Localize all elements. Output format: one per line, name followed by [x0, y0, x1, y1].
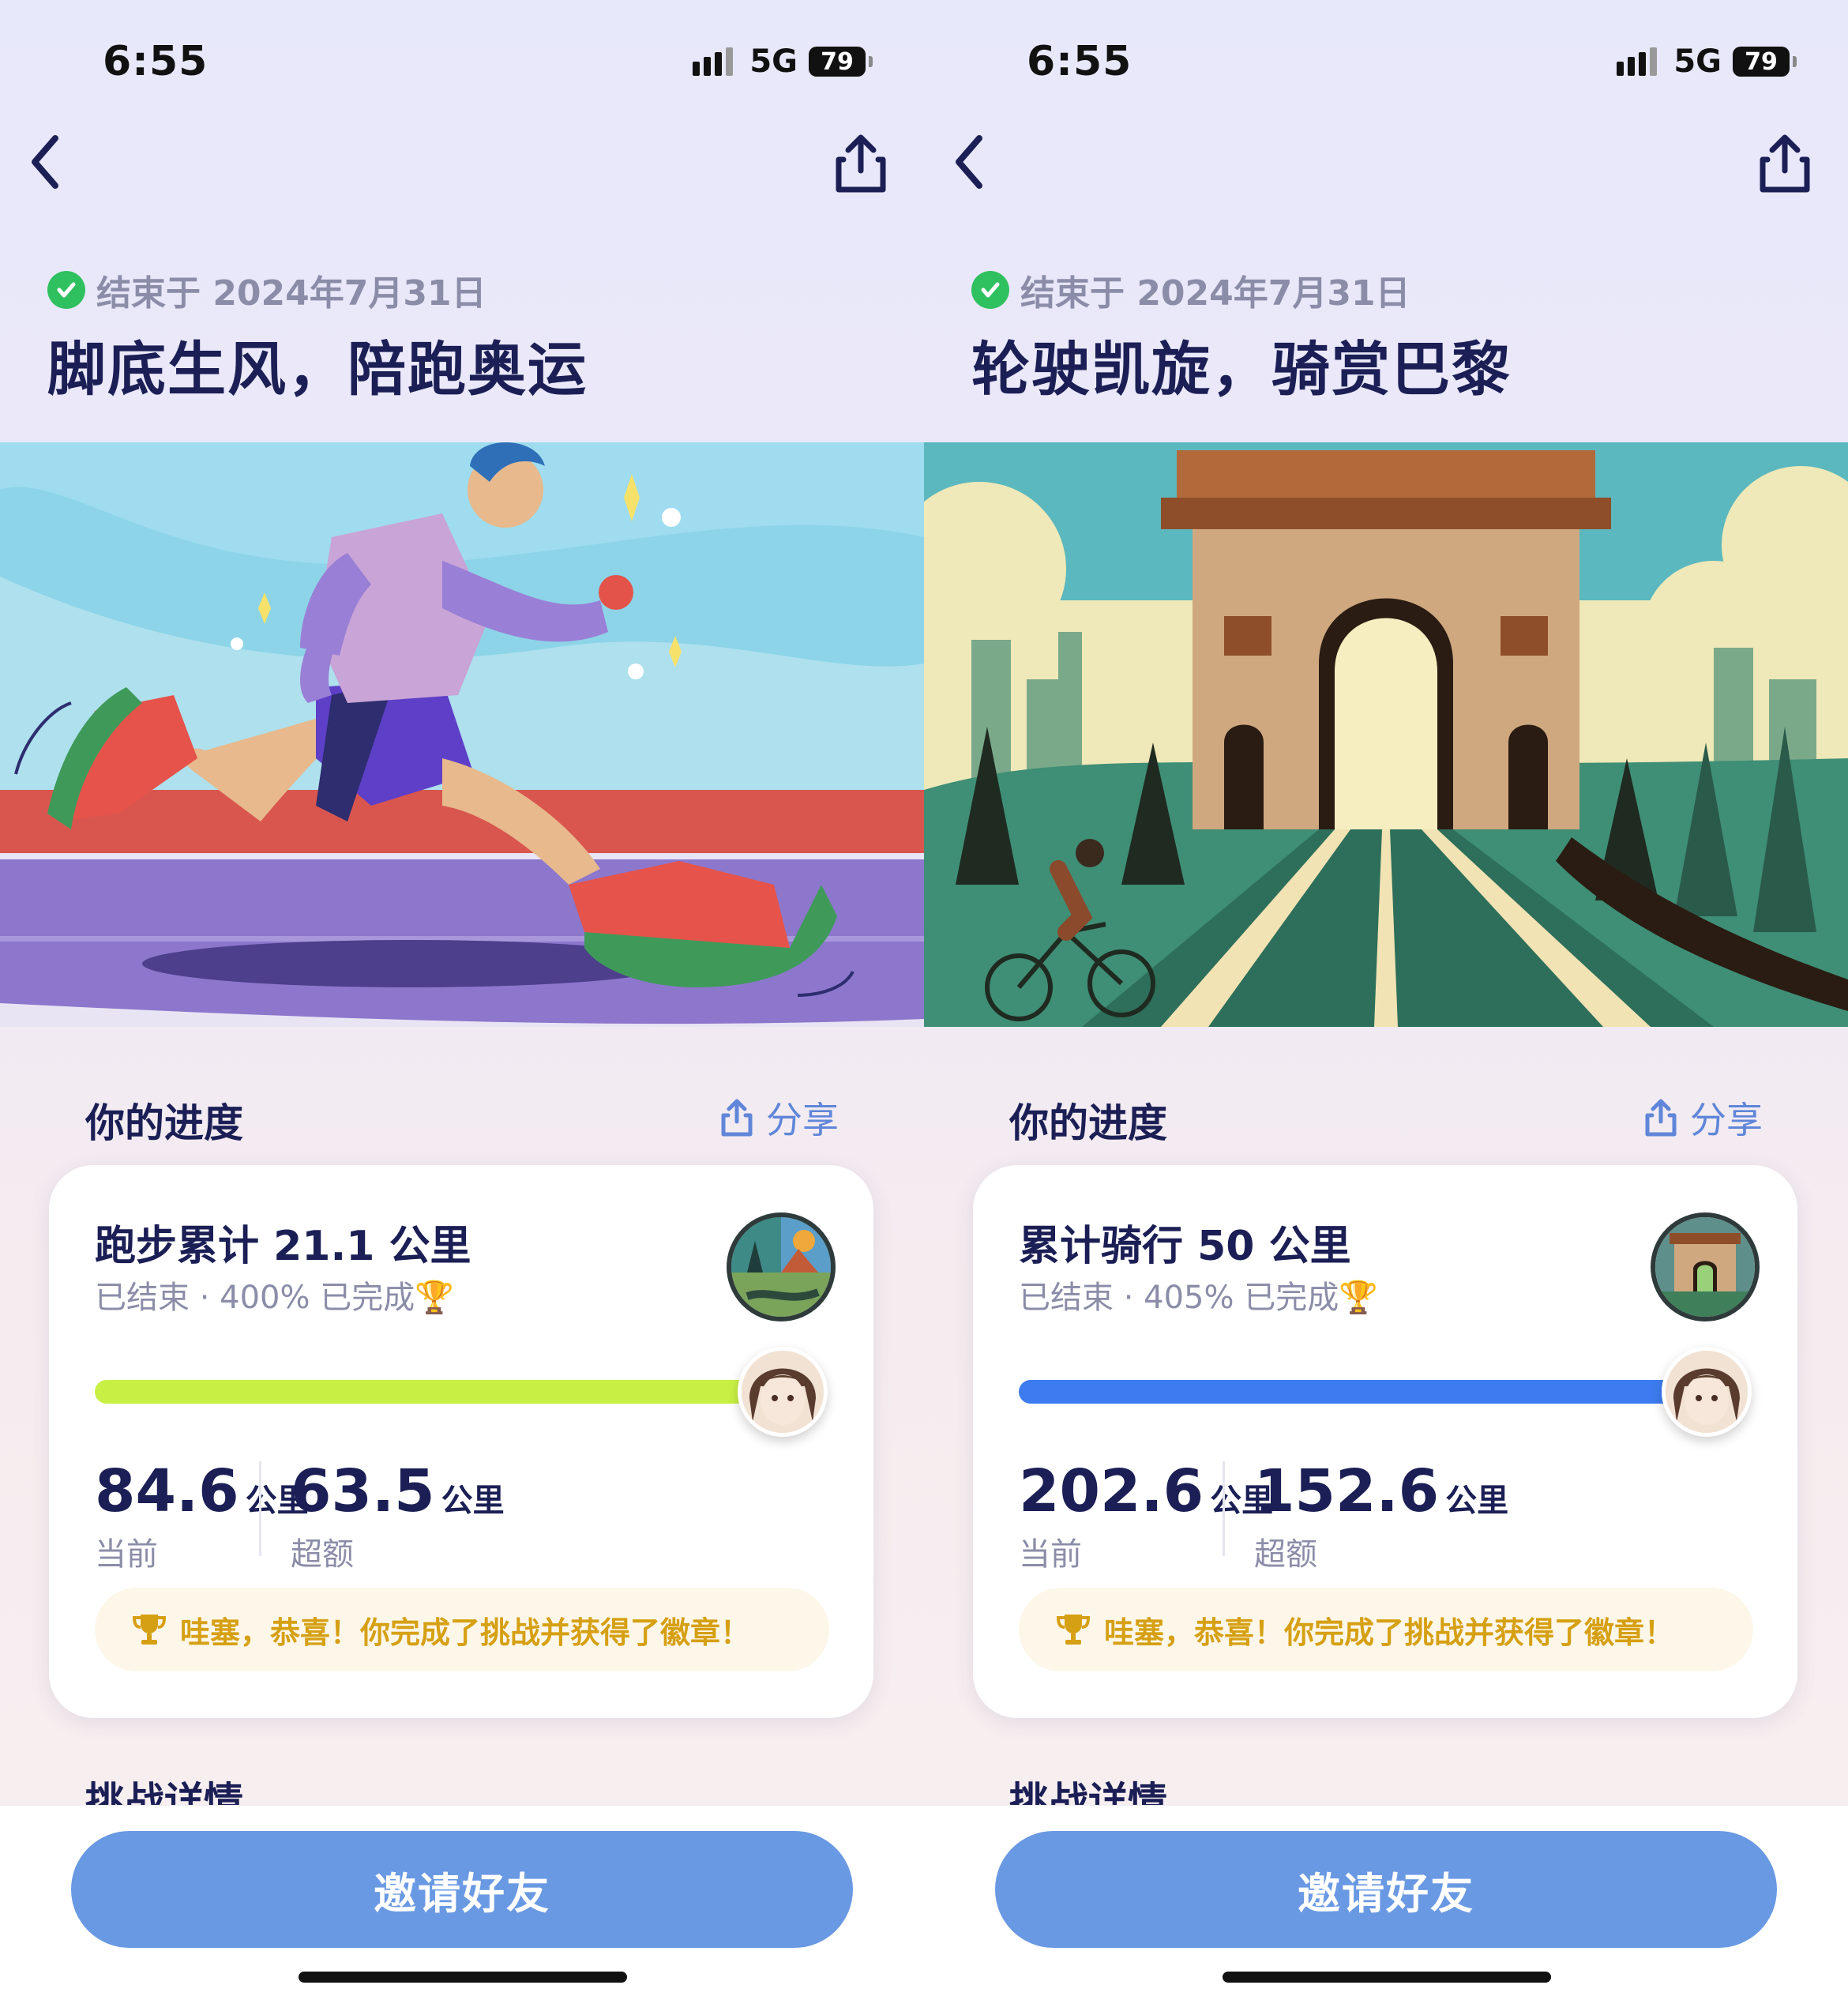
challenge-details-title-peek: 挑战详情 — [1009, 1779, 1167, 1807]
share-icon — [1760, 134, 1810, 193]
congrats-banner: 哇塞，恭喜！你完成了挑战并获得了徽章！ — [1019, 1588, 1753, 1671]
trophy-icon — [132, 1615, 167, 1645]
share-icon — [1645, 1099, 1677, 1137]
ended-date-row: 结束于 2024年7月31日 — [971, 265, 1410, 315]
trophy-icon — [1056, 1615, 1091, 1645]
arc-de-triomphe-illustration — [924, 442, 1848, 1027]
network-type: 5G — [749, 43, 798, 80]
battery-icon: 79 — [809, 47, 873, 77]
back-chevron-icon — [32, 135, 58, 189]
running-illustration — [0, 442, 924, 1027]
check-circle-icon — [971, 271, 1009, 309]
screen-cycling-challenge: 6:55 5G 79 结束于 2024年7月31日 轮驶凯旋，骑赏巴黎 你的进度… — [924, 0, 1848, 2000]
ended-date-row: 结束于 2024年7月31日 — [47, 265, 486, 315]
over-value: 152.6 — [1254, 1457, 1440, 1525]
over-unit: 公里 — [441, 1483, 505, 1519]
share-link-label: 分享 — [1690, 1099, 1763, 1141]
congrats-banner: 哇塞，恭喜！你完成了挑战并获得了徽章！ — [95, 1588, 829, 1671]
current-stat: 84.6 公里 当前 — [95, 1457, 309, 1574]
home-indicator[interactable] — [299, 1972, 627, 1983]
user-avatar[interactable] — [1662, 1347, 1752, 1437]
home-indicator[interactable] — [1223, 1972, 1551, 1983]
over-stat: 63.5 公里 超额 — [291, 1457, 505, 1574]
progress-bar — [1019, 1380, 1690, 1404]
share-link-label: 分享 — [766, 1099, 839, 1141]
signal-icon — [1617, 47, 1662, 76]
card-status-subtitle: 已结束 · 405% 已完成🏆 — [1019, 1280, 1379, 1316]
invite-friends-button[interactable]: 邀请好友 — [71, 1831, 853, 1948]
current-value: 84.6 — [95, 1457, 239, 1525]
challenge-badge-icon[interactable] — [1651, 1212, 1760, 1321]
status-time: 6:55 — [103, 38, 208, 85]
card-goal-title: 累计骑行 50 公里 — [1019, 1223, 1351, 1270]
card-status-subtitle: 已结束 · 400% 已完成🏆 — [95, 1280, 455, 1316]
screen-running-challenge: 6:55 5G 79 结束于 2024年7月31日 脚底生风，陪跑奥运 你的进度… — [0, 0, 924, 2000]
status-icons: 5G 79 — [693, 43, 873, 80]
challenge-details-title-peek: 挑战详情 — [85, 1779, 243, 1807]
progress-bar-fill — [95, 1380, 766, 1404]
congrats-text: 哇塞，恭喜！你完成了挑战并获得了徽章！ — [180, 1615, 751, 1650]
share-button[interactable] — [1753, 133, 1816, 196]
bottom-action-bar: 邀请好友 — [0, 1805, 924, 2000]
share-button[interactable] — [829, 133, 892, 196]
invite-friends-button[interactable]: 邀请好友 — [995, 1831, 1777, 1948]
progress-card: 累计骑行 50 公里 已结束 · 405% 已完成🏆 202.6 公里 当前 1… — [973, 1165, 1797, 1718]
over-label: 超额 — [291, 1536, 354, 1573]
progress-bar-fill — [1019, 1380, 1690, 1404]
challenge-title: 脚底生风，陪跑奥运 — [47, 336, 588, 404]
share-icon — [836, 134, 886, 193]
progress-section-title: 你的进度 — [1009, 1100, 1167, 1146]
ended-date-text: 结束于 2024年7月31日 — [96, 273, 486, 314]
progress-bar — [95, 1380, 766, 1404]
progress-section-title: 你的进度 — [85, 1100, 243, 1146]
stat-divider — [259, 1461, 261, 1556]
status-icons: 5G 79 — [1617, 43, 1797, 80]
over-label: 超额 — [1254, 1536, 1317, 1573]
challenge-badge-icon[interactable] — [727, 1212, 836, 1321]
card-goal-title: 跑步累计 21.1 公里 — [95, 1223, 471, 1270]
progress-share-link[interactable]: 分享 — [1643, 1092, 1763, 1144]
current-label: 当前 — [1019, 1536, 1082, 1573]
share-icon — [721, 1099, 753, 1137]
current-value: 202.6 — [1019, 1457, 1204, 1525]
network-type: 5G — [1673, 43, 1722, 80]
challenge-title: 轮驶凯旋，骑赏巴黎 — [971, 336, 1512, 404]
current-stat: 202.6 公里 当前 — [1019, 1457, 1273, 1574]
back-button[interactable] — [948, 130, 995, 194]
back-button[interactable] — [24, 130, 71, 194]
progress-card: 跑步累计 21.1 公里 已结束 · 400% 已完成🏆 84.6 公里 当前 … — [49, 1165, 873, 1718]
battery-icon: 79 — [1733, 47, 1797, 77]
ended-date-text: 结束于 2024年7月31日 — [1020, 273, 1410, 314]
congrats-text: 哇塞，恭喜！你完成了挑战并获得了徽章！ — [1104, 1615, 1675, 1650]
check-circle-icon — [47, 271, 85, 309]
over-value: 63.5 — [291, 1457, 435, 1525]
over-unit: 公里 — [1445, 1483, 1509, 1519]
bottom-action-bar: 邀请好友 — [924, 1805, 1848, 2000]
signal-icon — [693, 47, 738, 76]
stat-divider — [1223, 1461, 1225, 1556]
over-stat: 152.6 公里 超额 — [1254, 1457, 1508, 1574]
status-time: 6:55 — [1027, 38, 1132, 85]
back-chevron-icon — [956, 135, 982, 189]
progress-share-link[interactable]: 分享 — [719, 1092, 839, 1144]
user-avatar[interactable] — [738, 1347, 828, 1437]
current-label: 当前 — [95, 1536, 158, 1573]
